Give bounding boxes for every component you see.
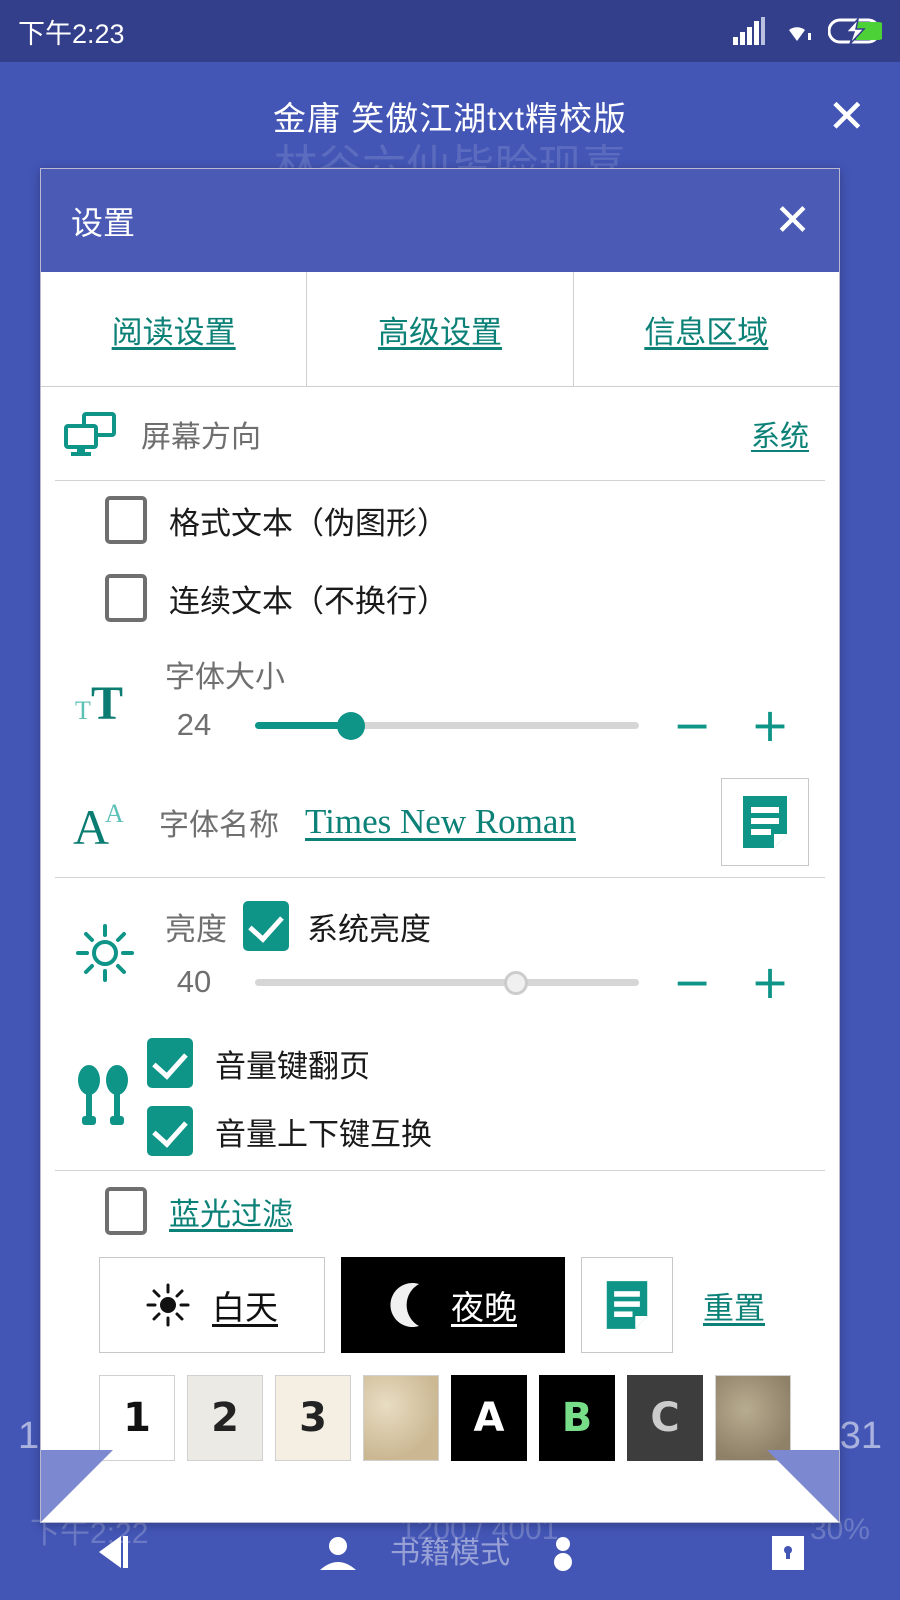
moon-icon	[390, 1283, 419, 1327]
font-size-value: 24	[176, 707, 212, 742]
close-icon[interactable]: ✕	[774, 198, 811, 243]
checkbox-formatted-text[interactable]	[105, 496, 147, 544]
font-size-icon: T T	[75, 677, 123, 729]
row-screen-orientation[interactable]: 屏幕方向 系统	[41, 387, 839, 480]
svg-text:A: A	[73, 799, 109, 850]
tab-info-area[interactable]: 信息区域	[573, 272, 839, 387]
swatch-2[interactable]: 2	[187, 1375, 263, 1461]
resize-handle-right[interactable]	[767, 1450, 839, 1522]
settings-tabs: 阅读设置 高级设置 信息区域	[41, 272, 839, 387]
row-volume-swap[interactable]: 音量上下键互换	[147, 1106, 809, 1156]
tab-advanced-settings[interactable]: 高级设置	[307, 272, 574, 387]
document-icon	[743, 796, 787, 848]
screen-rotation-icon	[64, 411, 116, 456]
swatch-a[interactable]: A	[451, 1375, 527, 1461]
settings-dialog: 设置 ✕ 阅读设置 高级设置 信息区域 屏幕方向 系统 格式文本（伪图形） 连续…	[40, 168, 840, 1523]
day-mode-label: 白天	[212, 1289, 278, 1326]
wifi-icon	[789, 27, 811, 41]
row-font-name: A A 字体名称 Times New Roman	[41, 767, 839, 877]
theme-buttons: 白天 夜晚 重置	[41, 1251, 839, 1353]
lock-icon[interactable]	[762, 1526, 814, 1578]
status-bar: 下午2:23	[0, 0, 900, 62]
swatch-1[interactable]: 1	[99, 1375, 175, 1461]
slider-thumb[interactable]	[337, 712, 365, 740]
status-bar-icons	[732, 17, 882, 45]
tab-advanced-settings-label: 高级设置	[377, 314, 502, 350]
status-bar-clock: 下午2:23	[18, 18, 125, 49]
resize-handle-left[interactable]	[41, 1450, 113, 1522]
checkbox-volume-page-turn[interactable]	[147, 1038, 193, 1088]
swatch-c[interactable]: C	[627, 1375, 703, 1461]
recents-icon[interactable]	[537, 1526, 589, 1578]
svg-text:T: T	[75, 696, 91, 725]
day-mode-button[interactable]: 白天	[99, 1257, 325, 1353]
checkbox-continuous-text[interactable]	[105, 574, 147, 622]
brightness-increase-button[interactable]: +	[731, 959, 809, 1005]
svg-text:T: T	[91, 677, 123, 729]
font-size-decrease-button[interactable]: −	[653, 702, 731, 748]
blue-light-filter-label[interactable]: 蓝光过滤	[169, 1189, 293, 1234]
swatch-paper-light[interactable]	[363, 1375, 439, 1461]
font-picker-button[interactable]	[721, 778, 809, 866]
reader-page-right: 31	[839, 1415, 882, 1457]
brightness-icon	[76, 924, 134, 982]
screen-orientation-label: 屏幕方向	[141, 420, 261, 454]
back-icon[interactable]	[87, 1526, 139, 1578]
headphones-icon	[78, 1065, 128, 1125]
home-icon[interactable]	[312, 1526, 364, 1578]
document-icon	[606, 1281, 648, 1329]
night-mode-button[interactable]: 夜晚	[341, 1257, 565, 1353]
row-volume-page-turn[interactable]: 音量键翻页	[147, 1038, 809, 1088]
reset-link[interactable]: 重置	[703, 1283, 765, 1328]
theme-swatches: 1 2 3 A B C	[41, 1353, 839, 1461]
settings-dialog-title: 设置	[71, 204, 136, 241]
swatch-b[interactable]: B	[539, 1375, 615, 1461]
font-name-icon: A A	[73, 799, 124, 850]
brightness-decrease-button[interactable]: −	[653, 959, 731, 1005]
slider-track	[255, 979, 639, 986]
svg-text:A: A	[105, 799, 124, 828]
row-formatted-text[interactable]: 格式文本（伪图形）	[41, 481, 839, 559]
font-size-increase-button[interactable]: +	[731, 702, 809, 748]
row-brightness: 亮度 系统亮度 40 − +	[41, 878, 839, 1028]
checkbox-formatted-text-label: 格式文本（伪图形）	[169, 505, 448, 541]
checkbox-system-brightness[interactable]	[243, 901, 289, 951]
font-name-value[interactable]: Times New Roman	[305, 802, 721, 842]
brightness-caption: 亮度	[165, 911, 227, 947]
brightness-slider[interactable]	[255, 967, 639, 997]
tab-reading-settings-label: 阅读设置	[111, 314, 236, 350]
checkbox-volume-swap-label: 音量上下键互换	[215, 1116, 432, 1152]
tab-info-area-label: 信息区域	[644, 314, 769, 350]
row-blue-light-filter[interactable]: 蓝光过滤	[41, 1171, 839, 1251]
settings-body: 屏幕方向 系统 格式文本（伪图形） 连续文本（不换行） T T 字体大小 24 …	[41, 387, 839, 1522]
brightness-value: 40	[176, 964, 212, 999]
tab-reading-settings[interactable]: 阅读设置	[41, 272, 308, 387]
screen-orientation-value[interactable]: 系统	[751, 413, 809, 455]
font-name-label: 字体名称	[159, 809, 279, 842]
night-mode-label: 夜晚	[451, 1289, 517, 1326]
checkbox-blue-light-filter[interactable]	[105, 1187, 147, 1235]
checkbox-volume-swap[interactable]	[147, 1106, 193, 1156]
row-volume-keys: 音量键翻页 音量上下键互换	[41, 1028, 839, 1170]
sun-icon	[146, 1283, 190, 1327]
settings-dialog-header: 设置 ✕	[41, 169, 839, 272]
swatch-paper-dark[interactable]	[715, 1375, 791, 1461]
reset-button[interactable]	[581, 1257, 673, 1353]
checkbox-continuous-text-label: 连续文本（不换行）	[169, 583, 448, 619]
slider-thumb[interactable]	[504, 971, 529, 995]
checkbox-volume-page-turn-label: 音量键翻页	[215, 1048, 370, 1084]
system-brightness-label: 系统亮度	[307, 911, 431, 947]
font-size-caption: 字体大小	[165, 661, 285, 694]
swatch-3[interactable]: 3	[275, 1375, 351, 1461]
battery-charging-icon	[828, 17, 882, 45]
row-continuous-text[interactable]: 连续文本（不换行）	[41, 559, 839, 637]
font-size-slider[interactable]	[255, 710, 639, 740]
row-font-size: T T 字体大小 24 − +	[41, 637, 839, 767]
signal-icon	[733, 17, 765, 45]
